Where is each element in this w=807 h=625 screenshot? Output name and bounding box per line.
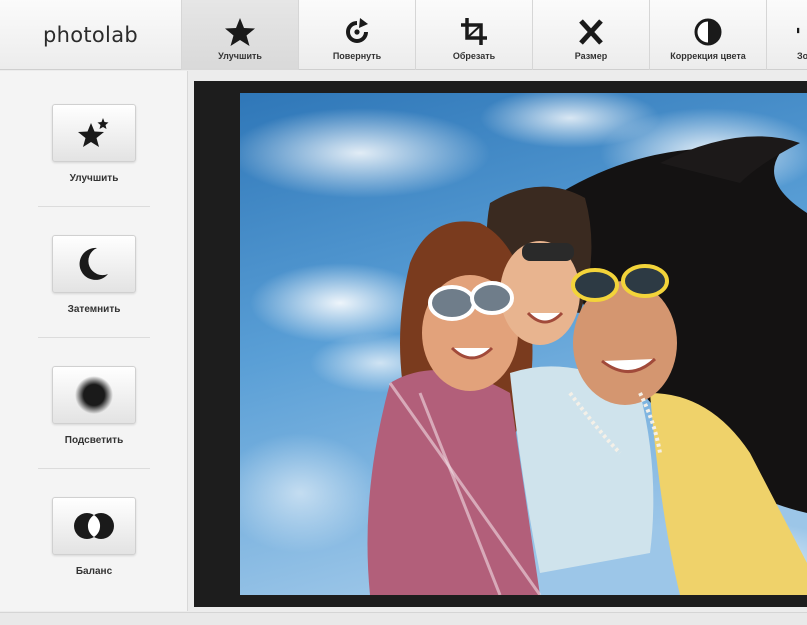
darken-button[interactable] <box>52 235 136 293</box>
tool-rotate[interactable]: Повернуть <box>299 0 416 70</box>
tool-partial[interactable]: Зо <box>767 0 807 70</box>
top-toolbar: photolab Улучшить Повернуть Обрезать Раз… <box>0 0 807 70</box>
sidebar-item-label: Подсветить <box>64 435 124 446</box>
tool-label: Коррекция цвета <box>670 51 746 61</box>
tool-enhance[interactable]: Улучшить <box>182 0 299 70</box>
rotate-icon <box>346 18 368 43</box>
lighten-button[interactable] <box>52 366 136 424</box>
sidebar-item-darken[interactable]: Затемнить <box>0 202 188 334</box>
tool-label: Размер <box>574 51 608 61</box>
enhance-button[interactable] <box>52 104 136 162</box>
balance-circles-icon <box>74 513 114 539</box>
tool-label: Зо <box>797 51 807 61</box>
resize-icon <box>579 19 603 45</box>
star-icon <box>225 18 255 46</box>
tool-color-correction[interactable]: Коррекция цвета <box>650 0 767 70</box>
tool-label: Улучшить <box>218 51 262 61</box>
adjustment-sidebar: Улучшить Затемнить Подсветить Баланс <box>0 71 188 611</box>
status-strip <box>0 612 807 625</box>
contrast-icon <box>694 18 722 46</box>
sidebar-item-label: Затемнить <box>67 304 121 315</box>
sidebar-item-enhance[interactable]: Улучшить <box>0 71 188 203</box>
blur-circle-icon <box>75 376 113 414</box>
sparkle-star-icon <box>78 118 109 147</box>
sidebar-item-label: Улучшить <box>69 173 119 184</box>
sidebar-item-lighten[interactable]: Подсветить <box>0 333 188 465</box>
sidebar-item-label: Баланс <box>75 566 113 577</box>
balance-button[interactable] <box>52 497 136 555</box>
app-logo[interactable]: photolab <box>0 0 182 70</box>
tool-crop[interactable]: Обрезать <box>416 0 533 70</box>
tool-label: Повернуть <box>332 51 382 61</box>
crop-icon <box>461 18 487 45</box>
sidebar-item-balance[interactable]: Баланс <box>0 464 188 596</box>
edited-photo[interactable] <box>240 93 807 595</box>
moon-icon <box>79 247 108 280</box>
tool-label: Обрезать <box>452 51 496 61</box>
photo-image <box>240 93 807 595</box>
partial-tool-icon <box>797 27 800 34</box>
tool-resize[interactable]: Размер <box>533 0 650 70</box>
image-canvas[interactable] <box>194 81 807 607</box>
